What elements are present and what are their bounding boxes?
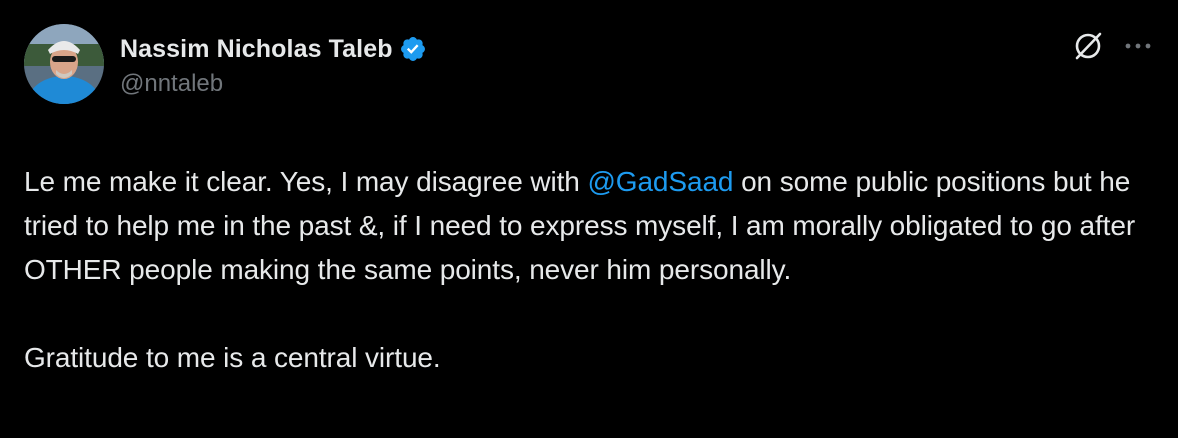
mention-link[interactable]: @GadSaad [587,166,733,197]
verified-badge-icon [399,35,427,63]
name-row: Nassim Nicholas Taleb [120,32,427,66]
tweet-card: Nassim Nicholas Taleb @nntaleb Le me mak… [0,0,1178,438]
tweet-header: Nassim Nicholas Taleb @nntaleb [24,24,1154,110]
tweet-paragraph-2: Gratitude to me is a central virtue. [24,342,441,373]
author-identity: Nassim Nicholas Taleb @nntaleb [120,32,427,98]
grok-icon[interactable] [1070,28,1106,64]
tweet-paragraph-1: Le me make it clear. Yes, I may disagree… [24,160,1154,292]
author-handle[interactable]: @nntaleb [120,70,427,98]
author-display-name[interactable]: Nassim Nicholas Taleb [120,35,393,64]
tweet-text: Le me make it clear. Yes, I may disagree… [24,160,1154,380]
more-options-icon[interactable] [1120,28,1156,64]
tweet-actions [1070,28,1156,64]
tweet-text-segment: Le me make it clear. Yes, I may disagree… [24,166,588,197]
avatar[interactable] [24,24,104,104]
